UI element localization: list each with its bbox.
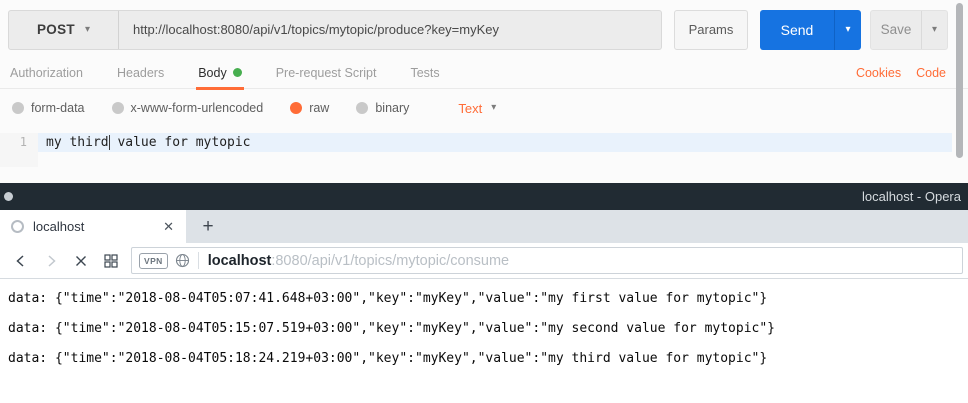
site-info-button[interactable] (175, 253, 190, 268)
stop-reload-button[interactable] (66, 246, 96, 276)
mode-x-www-form-urlencoded[interactable]: x-www-form-urlencoded (112, 101, 264, 115)
opera-navbar: VPN localhost:8080/api/v1/topics/mytopic… (0, 243, 968, 279)
chevron-down-icon: ▾ (491, 103, 496, 113)
radio-icon (356, 102, 368, 114)
opera-titlebar[interactable]: localhost - Opera (0, 183, 968, 210)
address-path: :8080/api/v1/topics/mytopic/consume (271, 253, 509, 269)
vpn-badge[interactable]: VPN (139, 253, 168, 269)
grid-icon (102, 252, 120, 270)
toolbar-links: Cookies Code (856, 66, 946, 80)
chevron-left-icon (12, 252, 30, 270)
close-icon (72, 252, 90, 270)
consumed-message: data: {"time":"2018-08-04T05:15:07.519+0… (8, 322, 968, 335)
mode-label: x-www-form-urlencoded (131, 101, 264, 115)
tab-close-icon[interactable]: ✕ (161, 217, 176, 237)
tab-title: localhost (33, 219, 84, 234)
window-title: localhost - Opera (862, 189, 961, 204)
forward-button-disabled[interactable] (36, 246, 66, 276)
chevron-down-icon: ▾ (85, 25, 90, 35)
mode-form-data[interactable]: form-data (12, 101, 85, 115)
address-bar[interactable]: VPN localhost:8080/api/v1/topics/mytopic… (131, 247, 963, 274)
tab-headers[interactable]: Headers (117, 57, 164, 89)
cookies-link[interactable]: Cookies (856, 66, 901, 80)
body-mode-selector: form-data x-www-form-urlencoded raw bina… (0, 89, 968, 125)
chevron-down-icon: ▾ (932, 25, 937, 35)
tab-pre-request-script[interactable]: Pre-request Script (276, 57, 377, 89)
tab-body[interactable]: Body (198, 57, 242, 89)
editor-tail (0, 152, 952, 167)
request-tabs: Authorization Headers Body Pre-request S… (0, 57, 968, 89)
mode-label: form-data (31, 101, 85, 115)
save-options-button[interactable]: ▾ (921, 11, 947, 49)
save-button-group: Save ▾ (870, 10, 948, 50)
mode-binary[interactable]: binary (356, 101, 409, 115)
address-url[interactable]: localhost:8080/api/v1/topics/mytopic/con… (208, 253, 509, 269)
request-url-group: POST ▾ http://localhost:8080/api/v1/topi… (8, 10, 662, 50)
url-value: http://localhost:8080/api/v1/topics/myto… (133, 22, 499, 37)
request-toolbar: POST ▾ http://localhost:8080/api/v1/topi… (0, 0, 968, 57)
send-button-group: Send ▾ (760, 10, 861, 50)
radio-icon (112, 102, 124, 114)
code-link[interactable]: Code (916, 66, 946, 80)
window-menu-dot-icon[interactable] (4, 192, 13, 201)
text-before-cursor: my third (46, 135, 109, 150)
tab-label: Headers (117, 66, 164, 80)
tab-authorization[interactable]: Authorization (10, 57, 83, 89)
mode-raw[interactable]: raw (290, 101, 329, 115)
save-button[interactable]: Save (871, 11, 921, 49)
browser-tab-localhost[interactable]: localhost ✕ (0, 210, 186, 243)
url-field[interactable]: http://localhost:8080/api/v1/topics/myto… (119, 11, 661, 49)
method-label: POST (37, 22, 75, 37)
mode-label: binary (375, 101, 409, 115)
tab-label: Body (198, 66, 227, 80)
postman-window: POST ▾ http://localhost:8080/api/v1/topi… (0, 0, 968, 183)
consumed-message: data: {"time":"2018-08-04T05:18:24.219+0… (8, 352, 968, 365)
scrollbar-thumb[interactable] (956, 3, 963, 158)
tab-label: Pre-request Script (276, 66, 377, 80)
opera-window: localhost - Opera localhost ✕ + (0, 183, 968, 403)
send-options-button[interactable]: ▾ (834, 10, 861, 50)
gutter (0, 152, 38, 167)
body-editor[interactable]: 1 my third value for mytopic (0, 133, 952, 167)
speed-dial-button[interactable] (96, 246, 126, 276)
address-host: localhost (208, 253, 272, 269)
page-content: data: {"time":"2018-08-04T05:07:41.648+0… (0, 279, 968, 365)
chevron-right-icon (42, 252, 60, 270)
tab-tests[interactable]: Tests (410, 57, 439, 89)
method-dropdown[interactable]: POST ▾ (9, 11, 119, 49)
format-dropdown[interactable]: Text ▾ (458, 101, 496, 116)
new-tab-button[interactable]: + (186, 210, 230, 243)
mode-label: raw (309, 101, 329, 115)
line-number: 1 (0, 133, 38, 152)
consumed-message: data: {"time":"2018-08-04T05:07:41.648+0… (8, 292, 968, 305)
globe-icon (175, 253, 190, 268)
radio-selected-icon (290, 102, 302, 114)
chevron-down-icon: ▾ (845, 25, 850, 35)
tab-label: Authorization (10, 66, 83, 80)
body-has-content-dot (233, 68, 242, 77)
radio-icon (12, 102, 24, 114)
format-label: Text (458, 101, 482, 116)
back-button[interactable] (6, 246, 36, 276)
divider (198, 252, 199, 269)
send-button[interactable]: Send (760, 10, 834, 50)
tab-label: Tests (410, 66, 439, 80)
opera-tabbar: localhost ✕ + (0, 210, 968, 243)
favicon-loading-ring-icon (11, 220, 24, 233)
editor-active-line: 1 my third value for mytopic (0, 133, 952, 152)
params-button[interactable]: Params (674, 10, 748, 50)
text-after-cursor: value for mytopic (110, 135, 251, 150)
editor-line-text[interactable]: my third value for mytopic (38, 133, 952, 152)
